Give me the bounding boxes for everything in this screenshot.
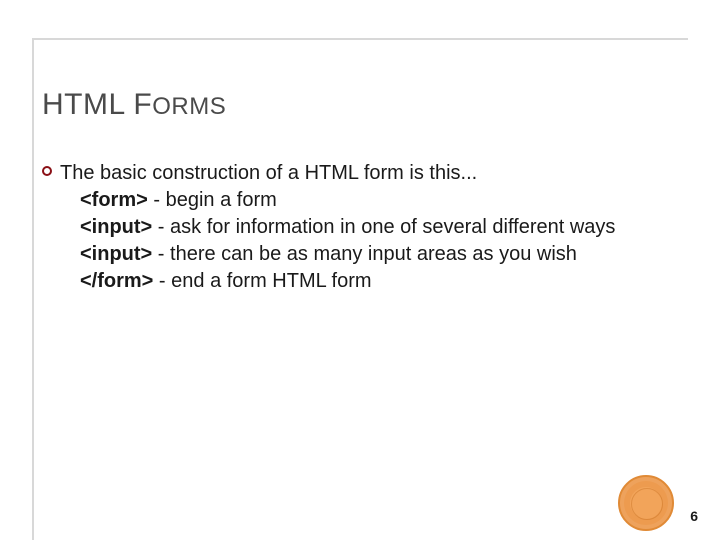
slide-body: The basic construction of a HTML form is… (42, 160, 670, 297)
slide-left-rule (32, 38, 34, 540)
decorative-circle-icon (618, 475, 674, 531)
tag-text: <form> (80, 189, 148, 211)
title-smallcaps: ORMS (152, 93, 226, 120)
bullet-text: The basic construction of a HTML form is… (60, 160, 670, 295)
bullet-ring-icon (42, 166, 52, 176)
title-main: HTML F (42, 88, 152, 121)
code-line: <input> - there can be as many input are… (60, 241, 670, 268)
code-line: <form> - begin a form (80, 187, 670, 214)
desc-text: end a form HTML form (171, 270, 371, 292)
slide-top-rule (32, 38, 688, 40)
tag-text: </form> (80, 270, 153, 292)
sep: - (153, 270, 171, 292)
sep: - (152, 243, 170, 265)
desc-text: begin a form (166, 189, 277, 211)
desc-text: ask for information in one of several di… (170, 216, 615, 238)
slide-title: HTML FORMS (42, 88, 226, 122)
code-line: </form> - end a form HTML form (80, 268, 670, 295)
sep: - (148, 189, 166, 211)
tag-text: <input> (80, 243, 152, 265)
intro-text: The basic construction of a HTML form is… (60, 162, 477, 184)
page-number: 6 (690, 508, 698, 524)
bullet-item: The basic construction of a HTML form is… (42, 160, 670, 295)
desc-text: there can be as many input areas as you … (170, 243, 577, 265)
code-line: <input> - ask for information in one of … (60, 214, 670, 241)
tag-text: <input> (80, 216, 152, 238)
sep: - (152, 216, 170, 238)
